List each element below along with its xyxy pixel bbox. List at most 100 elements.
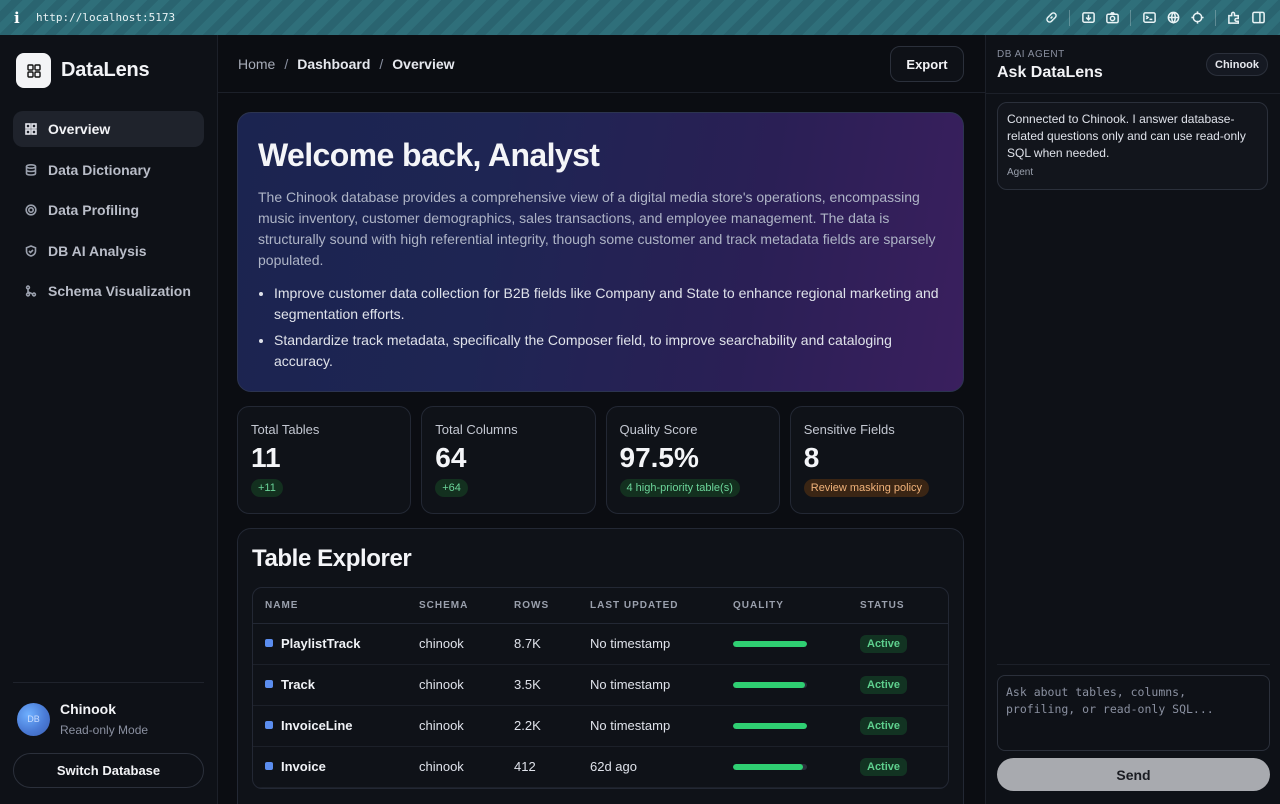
panel-kicker: DB AI AGENT [997,49,1065,60]
table-header-row: NAME SCHEMA ROWS LAST UPDATED QUALITY ST… [253,588,948,624]
database-name: Chinook [60,701,116,717]
table-type-icon [265,762,273,770]
globe-icon[interactable] [1161,6,1185,30]
sidebar-item-data-profiling[interactable]: Data Profiling [13,192,204,228]
column-header-status[interactable]: STATUS [848,588,948,624]
divider [997,664,1270,665]
tables-table: NAME SCHEMA ROWS LAST UPDATED QUALITY ST… [252,587,949,789]
table-last-updated: No timestamp [578,623,721,665]
table-schema: chinook [407,746,502,788]
recommendation-item: Improve customer data collection for B2B… [274,283,943,325]
quality-bar [733,681,807,688]
status-badge: Active [860,716,908,735]
sidebar-item-schema-visualization[interactable]: Schema Visualization [13,273,204,309]
section-title: Table Explorer [252,545,412,572]
info-icon[interactable]: i [14,9,28,27]
browser-actions [1039,0,1270,35]
sidebar-item-label: Data Dictionary [48,161,151,178]
sidebar-item-label: Schema Visualization [48,283,191,299]
toolbar-divider [1215,9,1216,26]
recommendations-list: Improve customer data collection for B2B… [258,283,943,372]
status-badge: Active [860,634,908,653]
table-last-updated: No timestamp [578,664,721,706]
link-icon[interactable] [1039,6,1063,30]
app-name: DataLens [61,59,150,81]
address-bar[interactable]: http://localhost:5173 [36,11,175,24]
message-author: Agent [1007,167,1034,178]
brand[interactable]: DataLens [16,53,150,88]
table-schema: chinook [407,664,502,706]
quality-bar-fill [733,722,807,729]
table-row[interactable]: PlaylistTrack chinook 8.7K No timestamp … [253,623,948,665]
stat-label: Sensitive Fields [803,422,895,437]
sidebar-item-overview[interactable]: Overview [13,111,204,147]
column-header-quality[interactable]: QUALITY [721,588,848,624]
quality-bar [733,722,807,729]
ask-input[interactable] [997,675,1270,751]
table-row[interactable]: InvoiceLine chinook 2.2K No timestamp Ac… [253,705,948,747]
sidebar-footer: DB Chinook Read-only Mode Switch Databas… [13,682,204,788]
stats-row: Total Tables 11 +11 Total Columns 64 +64… [237,406,964,514]
table-row-count: 3.5K [502,664,578,706]
table-name: InvoiceLine [281,718,353,733]
app-logo-icon [16,53,51,88]
schema-icon [25,285,37,297]
browser-toolbar: i http://localhost:5173 [0,0,1280,35]
grid-icon [25,123,37,135]
sidebar-icon[interactable] [1246,6,1270,30]
column-header-last-updated[interactable]: LAST UPDATED [578,588,721,624]
table-name: PlaylistTrack [281,636,361,651]
quality-bar [733,640,807,647]
divider [986,93,1280,94]
sidebar-item-label: Overview [48,121,111,137]
terminal-icon[interactable] [1137,6,1161,30]
switch-database-button[interactable]: Switch Database [13,753,204,788]
table-schema: chinook [407,623,502,665]
stat-card-total-columns: Total Columns 64 +64 [421,406,596,514]
table-row[interactable]: Track chinook 3.5K No timestamp Active [253,664,948,706]
column-header-name[interactable]: NAME [253,588,407,624]
breadcrumb-dashboard[interactable]: Dashboard [297,56,370,72]
sidebar-nav: Overview Data Dictionary Data Profiling … [13,111,204,314]
table-type-icon [265,639,273,647]
stat-badge: Review masking policy [803,479,930,497]
breadcrumb-separator: / [284,56,289,72]
breadcrumb-home[interactable]: Home [238,56,275,72]
stat-badge: 4 high-priority table(s) [619,479,740,497]
quality-bar [733,763,807,770]
recommendation-item: Standardize track metadata, specifically… [274,330,943,372]
sidebar-item-db-ai-analysis[interactable]: DB AI Analysis [13,233,204,269]
column-header-rows[interactable]: ROWS [502,588,578,624]
sidebar-item-label: DB AI Analysis [48,242,147,259]
camera-icon[interactable] [1100,6,1124,30]
stat-label: Quality Score [619,422,698,437]
database-chip[interactable]: Chinook [1206,53,1268,76]
crosshair-icon[interactable] [1185,6,1209,30]
current-database: DB Chinook Read-only Mode [17,701,204,737]
status-badge: Active [860,757,908,776]
breadcrumb-overview: Overview [392,56,455,72]
column-header-schema[interactable]: SCHEMA [407,588,502,624]
table-last-updated: No timestamp [578,705,721,747]
database-icon [25,163,37,176]
table-name: Invoice [281,759,326,774]
breadcrumb-separator: / [379,56,384,72]
table-row-count: 2.2K [502,705,578,747]
export-button[interactable]: Export [890,46,964,82]
table-last-updated: 62d ago [578,746,721,788]
stat-value: 97.5% [619,442,699,473]
shield-icon [25,244,37,257]
extension-icon[interactable] [1222,6,1246,30]
sidebar-item-label: Data Profiling [48,202,140,218]
table-row[interactable]: Invoice chinook 412 62d ago Active [253,746,948,788]
send-button[interactable]: Send [997,758,1270,791]
message-text: Connected to Chinook. I answer database-… [1007,112,1246,160]
database-summary: The Chinook database provides a comprehe… [258,189,936,268]
download-icon[interactable] [1076,6,1100,30]
sidebar-item-data-dictionary[interactable]: Data Dictionary [13,152,204,188]
target-icon [25,204,37,216]
table-name: Track [281,677,315,692]
table-schema: chinook [407,705,502,747]
status-badge: Active [860,675,908,694]
quality-bar-fill [733,681,805,688]
